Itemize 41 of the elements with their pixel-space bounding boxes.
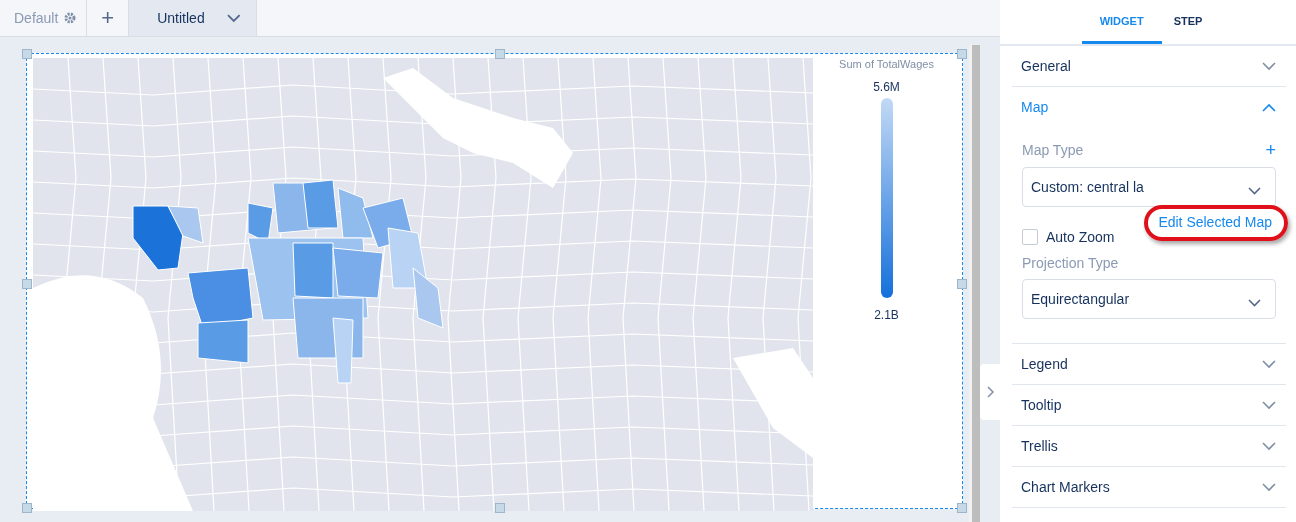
canvas-tab[interactable]: Untitled: [129, 0, 258, 36]
edit-selected-map-link[interactable]: Edit Selected Map: [1158, 214, 1272, 230]
legend-max-label: 5.6M: [873, 80, 900, 94]
legend-title: Sum of TotalWages: [839, 58, 934, 70]
chevron-down-icon: [1248, 299, 1261, 307]
resize-handle[interactable]: [957, 503, 967, 513]
chevron-down-icon: [1262, 61, 1276, 71]
resize-handle[interactable]: [494, 49, 505, 59]
chevron-down-icon: [1248, 187, 1261, 195]
panel-tab[interactable]: STEP: [1161, 0, 1215, 44]
field-label: Projection Type: [1022, 255, 1119, 271]
chevron-right-icon: [986, 386, 994, 398]
field-label: Map Type: [1022, 142, 1084, 158]
section-header[interactable]: General: [1012, 46, 1286, 86]
resize-handle[interactable]: [22, 279, 32, 289]
chevron-down-icon: [1262, 400, 1276, 410]
checkbox[interactable]: [1022, 229, 1038, 245]
checkbox-label: Auto Zoom: [1046, 229, 1115, 245]
legend-min-label: 2.1B: [874, 308, 899, 322]
resize-handle[interactable]: [22, 503, 32, 513]
gear-icon: [64, 12, 77, 24]
chevron-down-icon: [1262, 441, 1276, 451]
collapse-panel-button[interactable]: [980, 364, 1000, 420]
scrollbar[interactable]: [969, 45, 980, 522]
section-header[interactable]: Legend: [1012, 344, 1286, 384]
projection-type-select[interactable]: Equirectangular: [1022, 279, 1276, 319]
resize-handle[interactable]: [494, 503, 505, 513]
resize-handle[interactable]: [957, 49, 967, 59]
resize-handle[interactable]: [22, 49, 32, 59]
section-header[interactable]: Map: [1012, 87, 1286, 127]
map-type-select[interactable]: Custom: central la: [1022, 167, 1276, 207]
panel-tab[interactable]: WIDGET: [1081, 0, 1162, 44]
chevron-down-icon: [226, 13, 241, 23]
section-header[interactable]: Tooltip: [1012, 385, 1286, 425]
resize-handle[interactable]: [957, 279, 967, 289]
chevron-down-icon: [1262, 482, 1276, 492]
section-header[interactable]: Trellis: [1012, 426, 1286, 466]
section-header[interactable]: Chart Markers: [1012, 467, 1286, 507]
chevron-down-icon: [1262, 359, 1276, 369]
add-button[interactable]: +: [1265, 141, 1276, 159]
chevron-up-icon: [1262, 102, 1276, 112]
